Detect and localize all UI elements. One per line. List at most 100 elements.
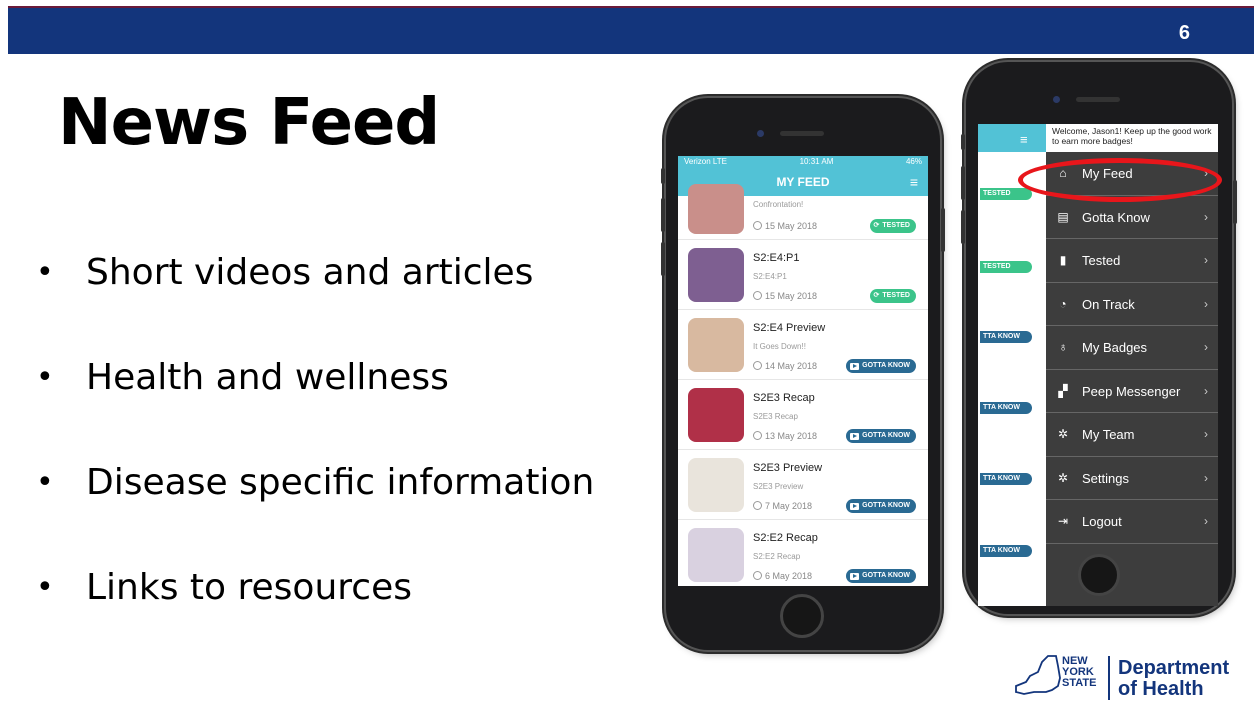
status-badge[interactable]: GOTTA KNOW (846, 499, 916, 513)
clock-icon (753, 221, 762, 230)
volume-up-button (661, 198, 665, 232)
earpiece-speaker (780, 131, 824, 136)
home-button[interactable] (780, 594, 824, 638)
feed-item[interactable]: S2E3 Recap S2E3 Recap 13 May 2018 GOTTA KNO… (678, 380, 928, 450)
video-thumbnail[interactable] (688, 528, 744, 582)
feed-screen: Verizon LTE 10:31 AM 46% MY FEED ≡ Confr… (678, 156, 928, 586)
play-icon (850, 362, 860, 370)
item-date-text: 14 May 2018 (765, 361, 818, 371)
hamburger-menu-icon[interactable]: ≡ (1020, 132, 1028, 147)
status-badge: TESTED (980, 188, 1032, 200)
clock-icon (753, 571, 762, 580)
earpiece-speaker (1076, 97, 1120, 102)
chevron-right-icon: › (1204, 340, 1208, 354)
mute-switch (961, 134, 965, 150)
logo-divider (1108, 656, 1110, 700)
refresh-icon: ⟳ (873, 292, 880, 299)
logo-text-department: Department (1118, 657, 1230, 679)
menu-list: ⌂ My Feed › ▤ Gotta Know › ▮ Tested › ◔ On Track › ♁… (1046, 152, 1218, 544)
item-subtitle: S2E3 Preview (753, 482, 804, 491)
thumbnail-fill (688, 528, 744, 582)
menu-item-peep-messenger[interactable]: ▞ Peep Messenger › (1046, 370, 1218, 413)
menu-item-logout[interactable]: ⇥ Logout › (1046, 500, 1218, 544)
item-subtitle: S2E3 Recap (753, 412, 798, 421)
refresh-icon: ⟳ (873, 222, 880, 229)
front-camera (1053, 96, 1060, 103)
feed-item[interactable]: S2:E4 Preview It Goes Down!! 14 May 2018 GO… (678, 310, 928, 380)
status-badge-label: TESTED (882, 292, 910, 299)
highlight-ring (1018, 158, 1222, 202)
volume-down-button (661, 242, 665, 276)
status-badge[interactable]: GOTTA KNOW (846, 429, 916, 443)
status-badge: TTA KNOW (980, 331, 1032, 343)
menu-item-my-team[interactable]: ✲ My Team › (1046, 413, 1218, 457)
status-badge-label: TESTED (882, 222, 910, 229)
status-badge: TTA KNOW (980, 473, 1032, 485)
item-title: S2E3 Preview (753, 462, 823, 474)
bullet-text: Disease specific information (86, 462, 595, 503)
carrier-label: Verizon LTE (684, 157, 727, 166)
menu-item-tested[interactable]: ▮ Tested › (1046, 239, 1218, 283)
feed-title: MY FEED (776, 175, 830, 189)
item-date: 14 May 2018 (753, 361, 817, 371)
item-subtitle: Confrontation! (753, 200, 804, 209)
menu-item-settings[interactable]: ✲ Settings › (1046, 457, 1218, 500)
feed-item[interactable]: Confrontation! 15 May 2018 ⟳ TESTED (678, 184, 928, 240)
document-icon: ▤ (1057, 209, 1069, 224)
bullet-dot: • (36, 465, 54, 500)
new-york-state-icon (1015, 655, 1061, 695)
bullet-dot: • (36, 360, 54, 395)
feed-item[interactable]: S2E3 Preview S2E3 Preview 7 May 2018 GOTTA … (678, 450, 928, 520)
status-badge[interactable]: GOTTA KNOW (846, 359, 916, 373)
item-date-text: 6 May 2018 (765, 571, 813, 581)
menu-item-label: Logout (1082, 514, 1122, 529)
menu-item-label: My Team (1082, 427, 1135, 442)
status-badge-label: GOTTA KNOW (862, 572, 910, 579)
status-badge[interactable]: ⟳ TESTED (869, 289, 916, 303)
menu-item-my-badges[interactable]: ♁ My Badges › (1046, 326, 1218, 370)
menu-item-label: Gotta Know (1082, 209, 1150, 225)
play-icon (850, 572, 860, 580)
bullet-list: • Short videos and articles • Health and w… (36, 248, 594, 668)
item-subtitle: S2:E4:P1 (753, 272, 787, 281)
book-icon: ▮ (1059, 253, 1067, 267)
video-thumbnail[interactable] (688, 248, 744, 302)
status-badge[interactable]: ⟳ TESTED (869, 219, 916, 233)
menu-item-label: Peep Messenger (1082, 383, 1181, 399)
status-badge[interactable]: GOTTA KNOW (846, 569, 916, 583)
item-title: S2:E4:P1 (753, 252, 800, 264)
item-date: 7 May 2018 (753, 501, 812, 511)
item-date-text: 15 May 2018 (765, 291, 818, 301)
menu-item-label: My Badges (1082, 340, 1148, 355)
video-thumbnail[interactable] (688, 318, 744, 372)
video-thumbnail[interactable] (688, 184, 744, 234)
volume-down-button (961, 210, 965, 244)
clock-icon (753, 291, 762, 300)
item-title: S2E3 Recap (753, 392, 815, 404)
bullet-item: • Links to resources (36, 563, 594, 668)
menu-item-label: Tested (1082, 253, 1121, 268)
item-date-text: 13 May 2018 (765, 431, 818, 441)
welcome-message: Welcome, Jason1! Keep up the good work t… (1046, 124, 1218, 152)
menu-item-label: Settings (1082, 470, 1129, 486)
bullet-text: Links to resources (86, 567, 412, 608)
chevron-right-icon: › (1204, 253, 1208, 267)
item-date-text: 7 May 2018 (765, 501, 813, 511)
menu-item-on-track[interactable]: ◔ On Track › (1046, 283, 1218, 326)
feed-item[interactable]: S2:E2 Recap S2:E2 Recap 6 May 2018 GOTTA KN… (678, 520, 928, 586)
status-badge-label: GOTTA KNOW (862, 502, 910, 509)
front-camera (757, 130, 764, 137)
logo-text-of-health: of Health (1118, 678, 1204, 700)
home-button[interactable] (1078, 554, 1120, 596)
hamburger-menu-icon[interactable]: ≡ (910, 168, 918, 196)
status-badge-label: GOTTA KNOW (862, 432, 910, 439)
bullet-text: Health and wellness (86, 357, 449, 398)
mute-switch (661, 168, 665, 184)
peek-header (978, 124, 1048, 152)
feed-item[interactable]: S2:E4:P1 S2:E4:P1 15 May 2018 ⟳ TESTED (678, 240, 928, 310)
chevron-right-icon: › (1204, 383, 1208, 398)
menu-item-gotta-know[interactable]: ▤ Gotta Know › (1046, 196, 1218, 239)
video-thumbnail[interactable] (688, 388, 744, 442)
battery-label: 46% (905, 157, 922, 166)
video-thumbnail[interactable] (688, 458, 744, 512)
